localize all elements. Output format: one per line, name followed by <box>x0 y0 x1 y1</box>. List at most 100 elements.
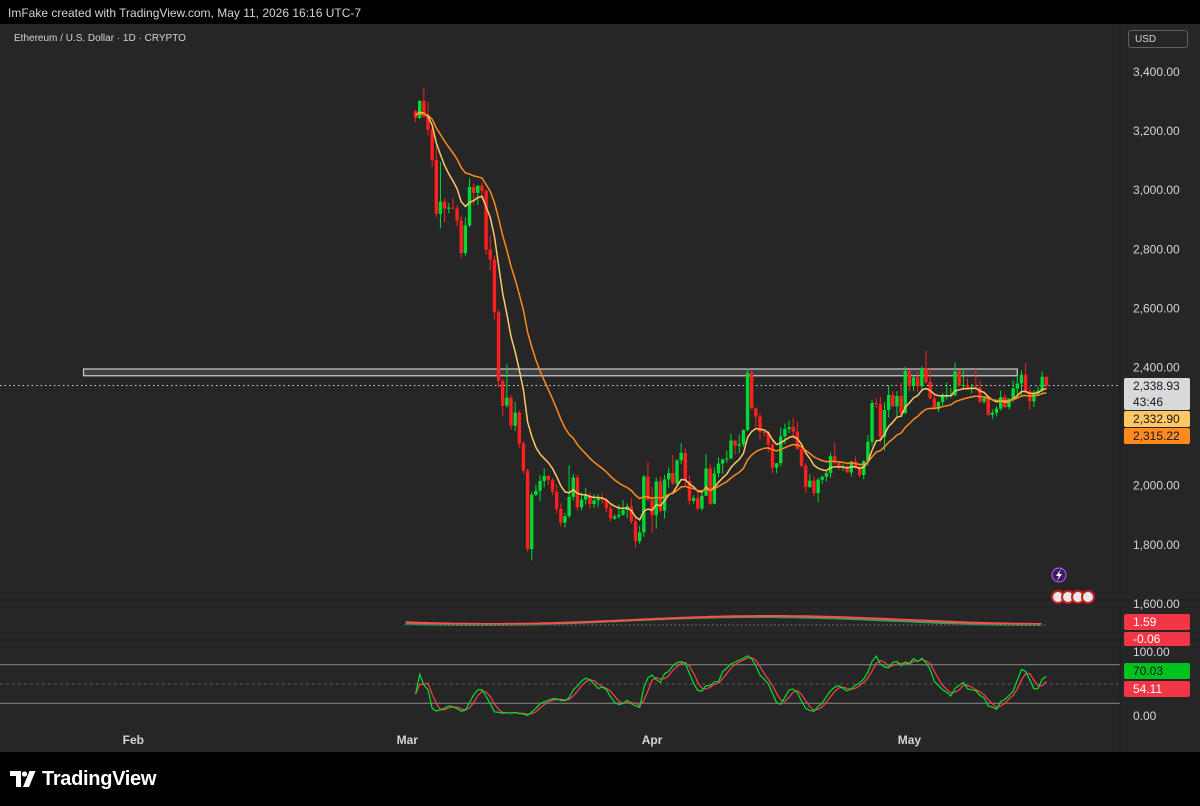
candle-body <box>459 220 463 254</box>
candle-body <box>932 398 936 409</box>
candle-body <box>554 491 559 510</box>
time-axis-label: Apr <box>642 733 663 747</box>
candle-body <box>924 368 928 382</box>
candle-body <box>704 468 708 496</box>
candle-body <box>505 397 509 406</box>
candle-body <box>501 380 505 406</box>
candle-body <box>496 312 501 381</box>
candle-body <box>418 100 422 118</box>
candle-body <box>957 371 961 386</box>
candle-body <box>567 496 571 517</box>
candle-body <box>737 444 741 446</box>
candle-body <box>741 429 746 445</box>
candle-body <box>608 508 613 519</box>
candle-body <box>812 480 816 494</box>
resistance-zone-layer <box>82 368 1018 377</box>
candle-body <box>886 394 891 411</box>
price-axis-label: 2,600.00 <box>1133 301 1180 315</box>
price-axis-label: 2,400.00 <box>1133 361 1180 375</box>
candle-body <box>729 440 733 459</box>
stochastic-axis-label: 100.00 <box>1133 645 1170 659</box>
price-axis-label: 3,200.00 <box>1133 124 1180 138</box>
candle-body <box>633 521 638 542</box>
candle-body <box>542 475 546 481</box>
candle-body <box>579 499 584 508</box>
stochastic-d-label: 54.11 <box>1133 682 1162 696</box>
macd-histogram-label: -0.06 <box>1133 632 1161 646</box>
candle-body <box>596 498 600 501</box>
candle-body <box>538 480 542 491</box>
candle-body <box>559 509 563 523</box>
tradingview-logo-icon <box>10 771 36 787</box>
candle-body <box>700 495 704 509</box>
time-axis-label: May <box>898 733 922 747</box>
candle-body <box>667 472 671 480</box>
candle-body <box>1032 393 1036 402</box>
candle-body <box>878 403 883 437</box>
price-axis-label: 1,800.00 <box>1133 538 1180 552</box>
candle-body <box>679 452 683 461</box>
candle-body <box>654 481 658 516</box>
candle-body <box>571 477 575 497</box>
price-axis-label: 3,400.00 <box>1133 65 1180 79</box>
candle-body <box>621 509 625 515</box>
candle-body <box>820 476 824 480</box>
candle-body <box>982 398 986 402</box>
candle-body <box>824 472 829 477</box>
candle-body <box>675 460 679 484</box>
candle-body <box>1040 376 1044 391</box>
candle-body <box>513 412 517 426</box>
candle-body <box>534 490 538 495</box>
brand-name: TradingView <box>42 767 157 790</box>
candle-body <box>671 472 675 484</box>
candle-body <box>940 395 945 403</box>
candle-body <box>774 463 779 468</box>
candle-body <box>476 185 480 193</box>
chart-canvas[interactable]: Feb Mar Apr May 3,400.00 3,200.00 3,000.00 2,8… <box>0 24 1200 752</box>
candle-body <box>990 412 995 415</box>
candle-body <box>750 373 754 409</box>
candle-body <box>891 394 895 407</box>
last-price-label: 2,338.93 <box>1133 379 1180 393</box>
candle-body <box>463 225 468 254</box>
candle-body <box>1023 374 1028 392</box>
candle-body <box>683 452 687 481</box>
candle-body <box>517 412 521 444</box>
candle-body <box>754 408 758 417</box>
candle-body <box>629 506 634 522</box>
candle-body <box>907 371 912 387</box>
candle-body <box>480 185 484 191</box>
candle-body <box>803 465 808 488</box>
candle-body <box>899 395 903 414</box>
candle-body <box>484 190 488 250</box>
candle-body <box>467 186 472 226</box>
time-axis-label: Feb <box>123 733 144 747</box>
candle-body <box>816 479 820 494</box>
candle-body <box>895 395 899 407</box>
candle-body <box>733 440 737 446</box>
candle-body <box>920 368 924 387</box>
symbol-legend[interactable]: Ethereum / U.S. Dollar · 1D · CRYPTO <box>14 33 186 44</box>
candle-body <box>994 408 999 413</box>
resistance-zone[interactable] <box>82 368 1018 377</box>
candle-body <box>828 456 833 473</box>
candle-body <box>1015 383 1019 389</box>
candle-body <box>492 259 497 313</box>
candle-body <box>642 476 646 533</box>
price-axis-label: 2,800.00 <box>1133 242 1180 256</box>
currency-button[interactable]: USD <box>1128 30 1188 48</box>
candle-body <box>791 427 795 432</box>
candle-body <box>637 532 642 542</box>
candle-body <box>916 377 920 387</box>
candle-body <box>808 480 812 488</box>
candle-body <box>783 428 787 437</box>
candle-body <box>563 516 567 523</box>
candle-body <box>617 514 621 517</box>
candle-body <box>716 463 721 474</box>
brand-footer[interactable]: TradingView <box>10 768 156 790</box>
flag-event-icon-4[interactable] <box>1081 590 1095 604</box>
stochastic-axis-label: 0.00 <box>1133 709 1157 723</box>
candle-body <box>799 448 804 466</box>
candle-body <box>509 397 513 426</box>
candle-body <box>584 495 588 500</box>
